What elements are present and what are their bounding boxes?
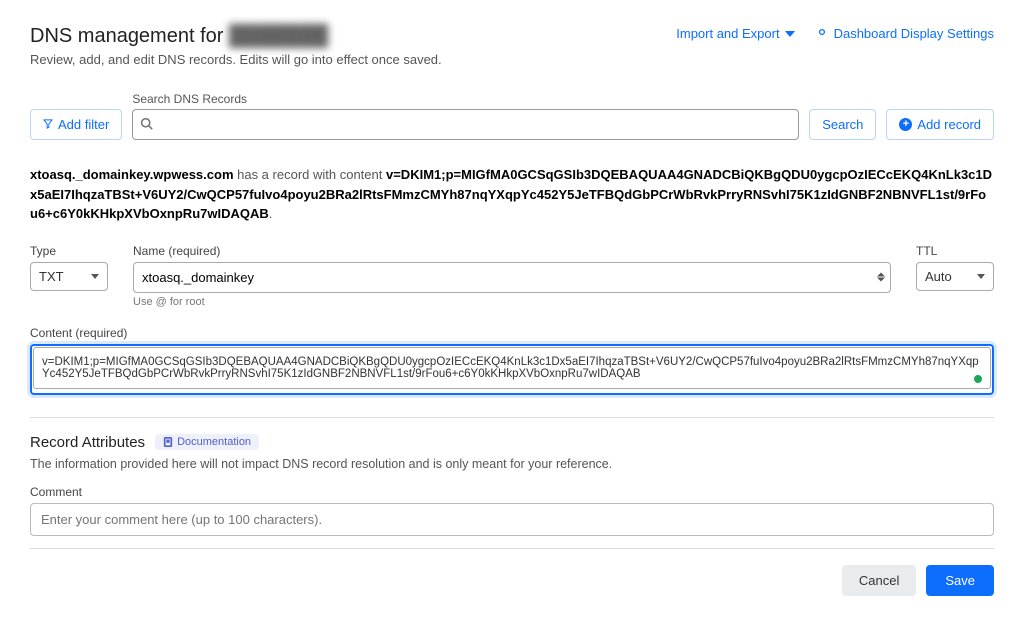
add-record-button[interactable]: + Add record xyxy=(886,109,994,140)
summary-hostname: xtoasq._domainkey.wpwess.com xyxy=(30,167,234,182)
search-label: Search DNS Records xyxy=(132,92,799,106)
content-textarea-wrapper xyxy=(30,344,994,395)
ttl-label: TTL xyxy=(916,244,994,258)
cancel-button[interactable]: Cancel xyxy=(842,565,916,596)
content-field: Content (required) xyxy=(30,326,994,395)
comment-field: Comment xyxy=(30,485,994,536)
chevron-down-icon xyxy=(785,31,795,37)
type-value: TXT xyxy=(39,269,64,284)
documentation-label: Documentation xyxy=(177,436,251,448)
gear-icon xyxy=(815,25,829,42)
name-input[interactable] xyxy=(133,262,891,293)
content-label: Content (required) xyxy=(30,326,994,340)
header-title-block: DNS management for ███████ Review, add, … xyxy=(30,25,442,67)
record-summary: xtoasq._domainkey.wpwess.com has a recor… xyxy=(30,165,994,224)
name-field: Name (required) Use @ for root xyxy=(133,244,891,308)
separator xyxy=(30,417,994,418)
page-header: DNS management for ███████ Review, add, … xyxy=(30,25,994,67)
attributes-description: The information provided here will not i… xyxy=(30,457,994,471)
chevron-up-icon xyxy=(877,273,885,277)
search-button[interactable]: Search xyxy=(809,109,876,140)
page-title: DNS management for ███████ xyxy=(30,25,442,48)
documentation-link[interactable]: Documentation xyxy=(155,434,259,450)
search-field: Search DNS Records xyxy=(132,92,799,140)
chevron-down-icon xyxy=(91,274,99,279)
ttl-select[interactable]: Auto xyxy=(916,262,994,291)
add-record-label: Add record xyxy=(917,117,981,132)
type-select[interactable]: TXT xyxy=(30,262,108,291)
save-button[interactable]: Save xyxy=(926,565,994,596)
attributes-heading: Record Attributes xyxy=(30,434,145,451)
plus-circle-icon: + xyxy=(899,118,912,131)
summary-mid: has a record with content xyxy=(234,167,386,182)
comment-input[interactable] xyxy=(30,503,994,536)
filter-icon xyxy=(43,117,53,132)
type-label: Type xyxy=(30,244,108,258)
ttl-value: Auto xyxy=(925,269,952,284)
type-field: Type TXT xyxy=(30,244,108,308)
page-subtitle: Review, add, and edit DNS records. Edits… xyxy=(30,52,442,67)
ttl-field: TTL Auto xyxy=(916,244,994,308)
content-textarea[interactable] xyxy=(33,347,991,389)
footer-actions: Cancel Save xyxy=(30,565,994,596)
add-filter-label: Add filter xyxy=(58,117,109,132)
dashboard-settings-label: Dashboard Display Settings xyxy=(834,26,994,41)
header-actions: Import and Export Dashboard Display Sett… xyxy=(676,25,994,42)
title-prefix: DNS management for xyxy=(30,25,229,47)
title-domain-obscured: ███████ xyxy=(229,25,328,48)
name-label: Name (required) xyxy=(133,244,891,258)
chevron-down-icon xyxy=(877,278,885,282)
add-filter-button[interactable]: Add filter xyxy=(30,109,122,140)
record-form-row: Type TXT Name (required) Use @ for root … xyxy=(30,244,994,308)
status-dot-icon xyxy=(974,375,982,383)
book-icon xyxy=(163,437,173,447)
separator xyxy=(30,548,994,549)
search-input[interactable] xyxy=(132,109,799,140)
spinner-icon[interactable] xyxy=(877,273,885,282)
import-export-label: Import and Export xyxy=(676,26,779,41)
name-hint: Use @ for root xyxy=(133,296,891,308)
search-button-label: Search xyxy=(822,117,863,132)
dashboard-settings-link[interactable]: Dashboard Display Settings xyxy=(815,25,994,42)
comment-label: Comment xyxy=(30,485,994,499)
attributes-header: Record Attributes Documentation xyxy=(30,434,994,451)
chevron-down-icon xyxy=(977,274,985,279)
import-export-link[interactable]: Import and Export xyxy=(676,26,794,41)
search-icon xyxy=(140,117,153,133)
search-toolbar: Add filter Search DNS Records Search + A… xyxy=(30,92,994,140)
